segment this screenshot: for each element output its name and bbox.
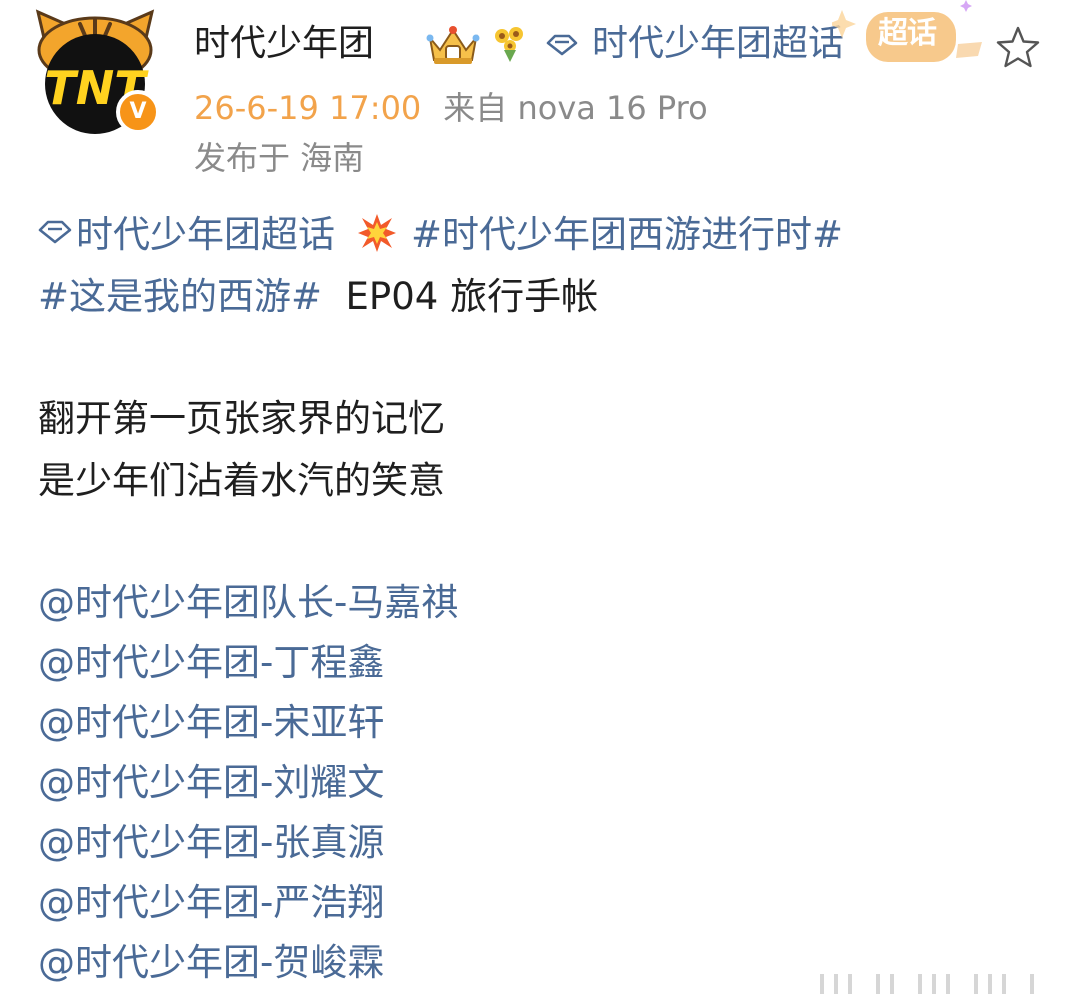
mention-link[interactable]: @时代少年团-刘耀文	[38, 758, 384, 808]
topic-link[interactable]: 时代少年团超话	[592, 20, 844, 68]
mention-link[interactable]: @时代少年团-张真源	[38, 818, 384, 868]
mention-link[interactable]: @时代少年团-宋亚轩	[38, 698, 384, 748]
flower-bouquet-icon[interactable]	[490, 24, 528, 64]
supertopic-link[interactable]: 时代少年团超话	[76, 213, 335, 256]
mention-link[interactable]: @时代少年团队长-马嘉祺	[38, 578, 458, 628]
post-text-line: 翻开第一页张家界的记忆	[38, 397, 445, 440]
post-title-line: #这是我的西游# EP04 旅行手帐	[38, 272, 598, 322]
post-time: 26-6-19 17:00	[194, 89, 422, 127]
post-text-line: 是少年们沾着水汽的笑意	[38, 459, 445, 502]
explosion-icon	[358, 214, 396, 252]
hashtag-link[interactable]: #时代少年团西游进行时#	[411, 213, 843, 256]
post-meta: 26-6-19 17:00 来自 nova 16 Pro	[194, 84, 708, 132]
crown-badge-icon[interactable]	[424, 24, 482, 66]
supertopic-diamond-icon	[38, 220, 72, 244]
supertopic-badge-label: 超话	[878, 16, 937, 51]
favorite-star-icon[interactable]	[994, 24, 1042, 72]
mention-link[interactable]: @时代少年团-丁程鑫	[38, 638, 384, 688]
hashtag-link[interactable]: #这是我的西游#	[38, 275, 322, 318]
post-location: 发布于 海南	[194, 139, 365, 177]
post-topic-line: 时代少年团超话 #时代少年团西游进行时#	[38, 210, 843, 260]
author-name[interactable]: 时代少年团	[194, 20, 374, 68]
supertopic-diamond-icon	[546, 34, 578, 56]
post-title-text: EP04 旅行手帐	[345, 275, 599, 318]
mention-link[interactable]: @时代少年团-贺峻霖	[38, 938, 384, 988]
mention-link[interactable]: @时代少年团-严浩翔	[38, 878, 384, 928]
scroll-indicator	[820, 974, 1034, 994]
post-source: 来自 nova 16 Pro	[443, 89, 708, 127]
verified-badge: V	[116, 90, 160, 134]
